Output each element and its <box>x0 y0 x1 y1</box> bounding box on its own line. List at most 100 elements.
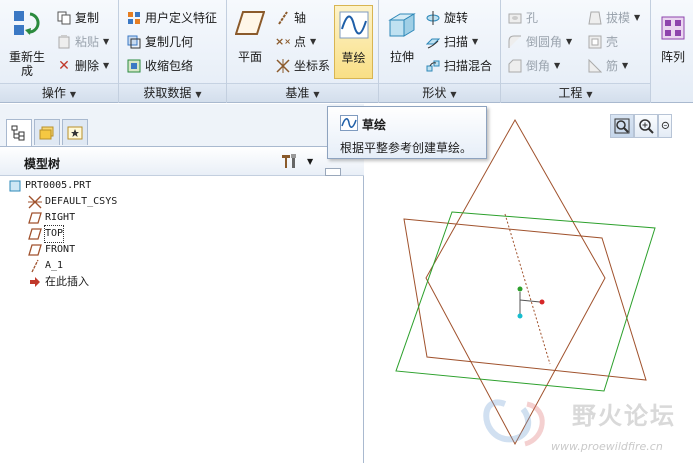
axis-label: 轴 <box>294 11 307 25</box>
ribbon: 重新生 成 复制 粘贴 ▼ ✕ 删除 ▼ 操作 ▼ 用户定义特征 复制几何 收缩… <box>0 0 693 103</box>
tab-folder-browser[interactable] <box>34 119 60 145</box>
revolve-label: 旋转 <box>444 11 469 25</box>
copy-geometry-icon <box>126 34 142 50</box>
delete-button[interactable]: ✕ 删除 ▼ <box>56 55 109 77</box>
tree-item-insert-here[interactable]: 在此插入 <box>28 274 89 290</box>
settings-tools-icon[interactable] <box>281 153 301 169</box>
tree-tools: ▼ <box>281 153 313 169</box>
tree-item-top[interactable]: TOP <box>28 225 65 243</box>
model-tree-header: 模型树 ▼ <box>0 146 364 176</box>
tree-item-label: RIGHT <box>45 212 76 223</box>
udf-button[interactable]: 用户定义特征 <box>126 7 217 29</box>
copy-label: 复制 <box>75 11 100 25</box>
tree-settings-dropdown-icon[interactable]: ▼ <box>307 157 313 166</box>
udf-icon <box>126 10 142 26</box>
tree-item-default-csys[interactable]: DEFAULT_CSYS <box>28 194 117 210</box>
datum-axis-icon <box>28 259 42 273</box>
chamfer-dropdown-icon[interactable]: ▼ <box>554 55 560 77</box>
extrude-button[interactable]: 拉伸 <box>383 6 421 80</box>
delete-label: 删除 <box>75 59 100 73</box>
rib-button[interactable]: 筋 ▼ <box>587 55 628 77</box>
model-tree-title: 模型树 <box>24 157 61 171</box>
front-datum-plane[interactable] <box>403 218 647 381</box>
tree-item-label: 在此插入 <box>45 275 89 288</box>
regenerate-button[interactable]: 重新生 成 <box>4 6 50 80</box>
axis-a1-line[interactable] <box>504 213 551 365</box>
group-title-engineering[interactable]: 工程 ▼ <box>501 83 650 102</box>
round-button[interactable]: 倒圆角 ▼ <box>507 31 572 53</box>
round-icon <box>507 34 523 50</box>
sweep-button[interactable]: 扫描 ▼ <box>425 31 478 53</box>
tree-item-part[interactable]: PRT0005.PRT <box>8 178 91 194</box>
group-title-get-data[interactable]: 获取数据 ▼ <box>119 83 226 102</box>
csys-triad[interactable] <box>517 286 545 319</box>
axis-button[interactable]: 轴 <box>275 7 306 29</box>
datum-plane-icon <box>28 227 42 241</box>
copy-geometry-button[interactable]: 复制几何 <box>126 31 193 53</box>
swept-blend-button[interactable]: 扫描混合 <box>425 55 492 77</box>
watermark-logo <box>483 399 545 447</box>
tree-item-label: FRONT <box>45 244 76 255</box>
draft-label: 拔模 <box>606 11 631 25</box>
navigator-tabs <box>0 104 364 146</box>
navigator-panel: 模型树 ▼ PRT0005.PRT DEFAULT_CSYS RIGHT TOP… <box>0 104 364 463</box>
datum-plane-icon <box>28 243 42 257</box>
chevron-down-icon: ▼ <box>586 90 593 99</box>
revolve-icon <box>425 10 441 26</box>
sweep-icon <box>425 34 441 50</box>
tree-item-front[interactable]: FRONT <box>28 242 75 258</box>
extrude-icon <box>388 13 416 37</box>
group-datum: 平面 轴 × × 点 ▼ 坐标系 草绘 基准 ▼ <box>227 0 379 103</box>
copy-button[interactable]: 复制 <box>56 7 99 29</box>
group-title-datum[interactable]: 基准 ▼ <box>227 83 378 102</box>
panel-splitter[interactable] <box>325 168 341 176</box>
sweep-dropdown-icon[interactable]: ▼ <box>472 31 478 53</box>
chevron-down-icon: ▼ <box>195 90 202 99</box>
pattern-button[interactable]: 阵列 <box>655 6 691 80</box>
rib-dropdown-icon[interactable]: ▼ <box>622 55 628 77</box>
shrinkwrap-button[interactable]: 收缩包络 <box>126 55 193 77</box>
group-title-shapes[interactable]: 形状 ▼ <box>379 83 500 102</box>
delete-x-icon: ✕ <box>58 58 70 74</box>
revolve-button[interactable]: 旋转 <box>425 7 468 29</box>
round-dropdown-icon[interactable]: ▼ <box>566 31 572 53</box>
hole-icon <box>507 10 523 26</box>
tab-model-tree[interactable] <box>6 119 32 146</box>
pattern-label: 阵列 <box>660 50 685 64</box>
plane-button[interactable]: 平面 <box>232 6 268 80</box>
csys-icon <box>275 58 291 74</box>
group-shapes: 拉伸 旋转 扫描 ▼ 扫描混合 形状 ▼ <box>379 0 501 103</box>
datum-point-icon: × × <box>275 35 291 48</box>
tree-item-label: PRT0005.PRT <box>25 180 92 191</box>
shapes-title: 形状 <box>422 86 447 100</box>
shrinkwrap-icon <box>126 58 142 74</box>
tree-item-right[interactable]: RIGHT <box>28 210 75 226</box>
draft-dropdown-icon[interactable]: ▼ <box>634 7 640 29</box>
tree-item-axis-a1[interactable]: A_1 <box>28 258 63 274</box>
tooltip-description: 根据平整参考创建草绘。 <box>340 141 473 155</box>
chamfer-label: 倒角 <box>526 59 551 73</box>
get-data-title: 获取数据 <box>143 86 192 100</box>
paste-dropdown-icon[interactable]: ▼ <box>103 31 109 53</box>
chamfer-button[interactable]: 倒角 ▼ <box>507 55 560 77</box>
chevron-down-icon: ▼ <box>450 90 457 99</box>
hole-button[interactable]: 孔 <box>507 7 538 29</box>
draft-button[interactable]: 拔模 ▼ <box>587 7 640 29</box>
tree-item-label: DEFAULT_CSYS <box>45 196 118 207</box>
group-title-operations[interactable]: 操作 ▼ <box>0 83 118 102</box>
sketch-button[interactable]: 草绘 <box>334 5 373 79</box>
delete-dropdown-icon[interactable]: ▼ <box>103 55 109 77</box>
point-dropdown-icon[interactable]: ▼ <box>310 31 316 53</box>
favorites-star-icon <box>67 126 83 139</box>
csys-button[interactable]: 坐标系 <box>275 55 330 77</box>
copy-geometry-label: 复制几何 <box>145 35 194 49</box>
shell-label: 壳 <box>606 35 619 49</box>
watermark-url: www.proewildfire.cn <box>551 440 663 453</box>
point-button[interactable]: × × 点 ▼ <box>275 31 316 53</box>
paste-button[interactable]: 粘贴 ▼ <box>56 31 109 53</box>
tab-favorites[interactable] <box>62 119 88 145</box>
top-datum-plane[interactable] <box>395 211 656 392</box>
pattern-icon <box>661 16 685 40</box>
swept-blend-label: 扫描混合 <box>444 59 493 73</box>
shell-button[interactable]: 壳 <box>587 31 618 53</box>
